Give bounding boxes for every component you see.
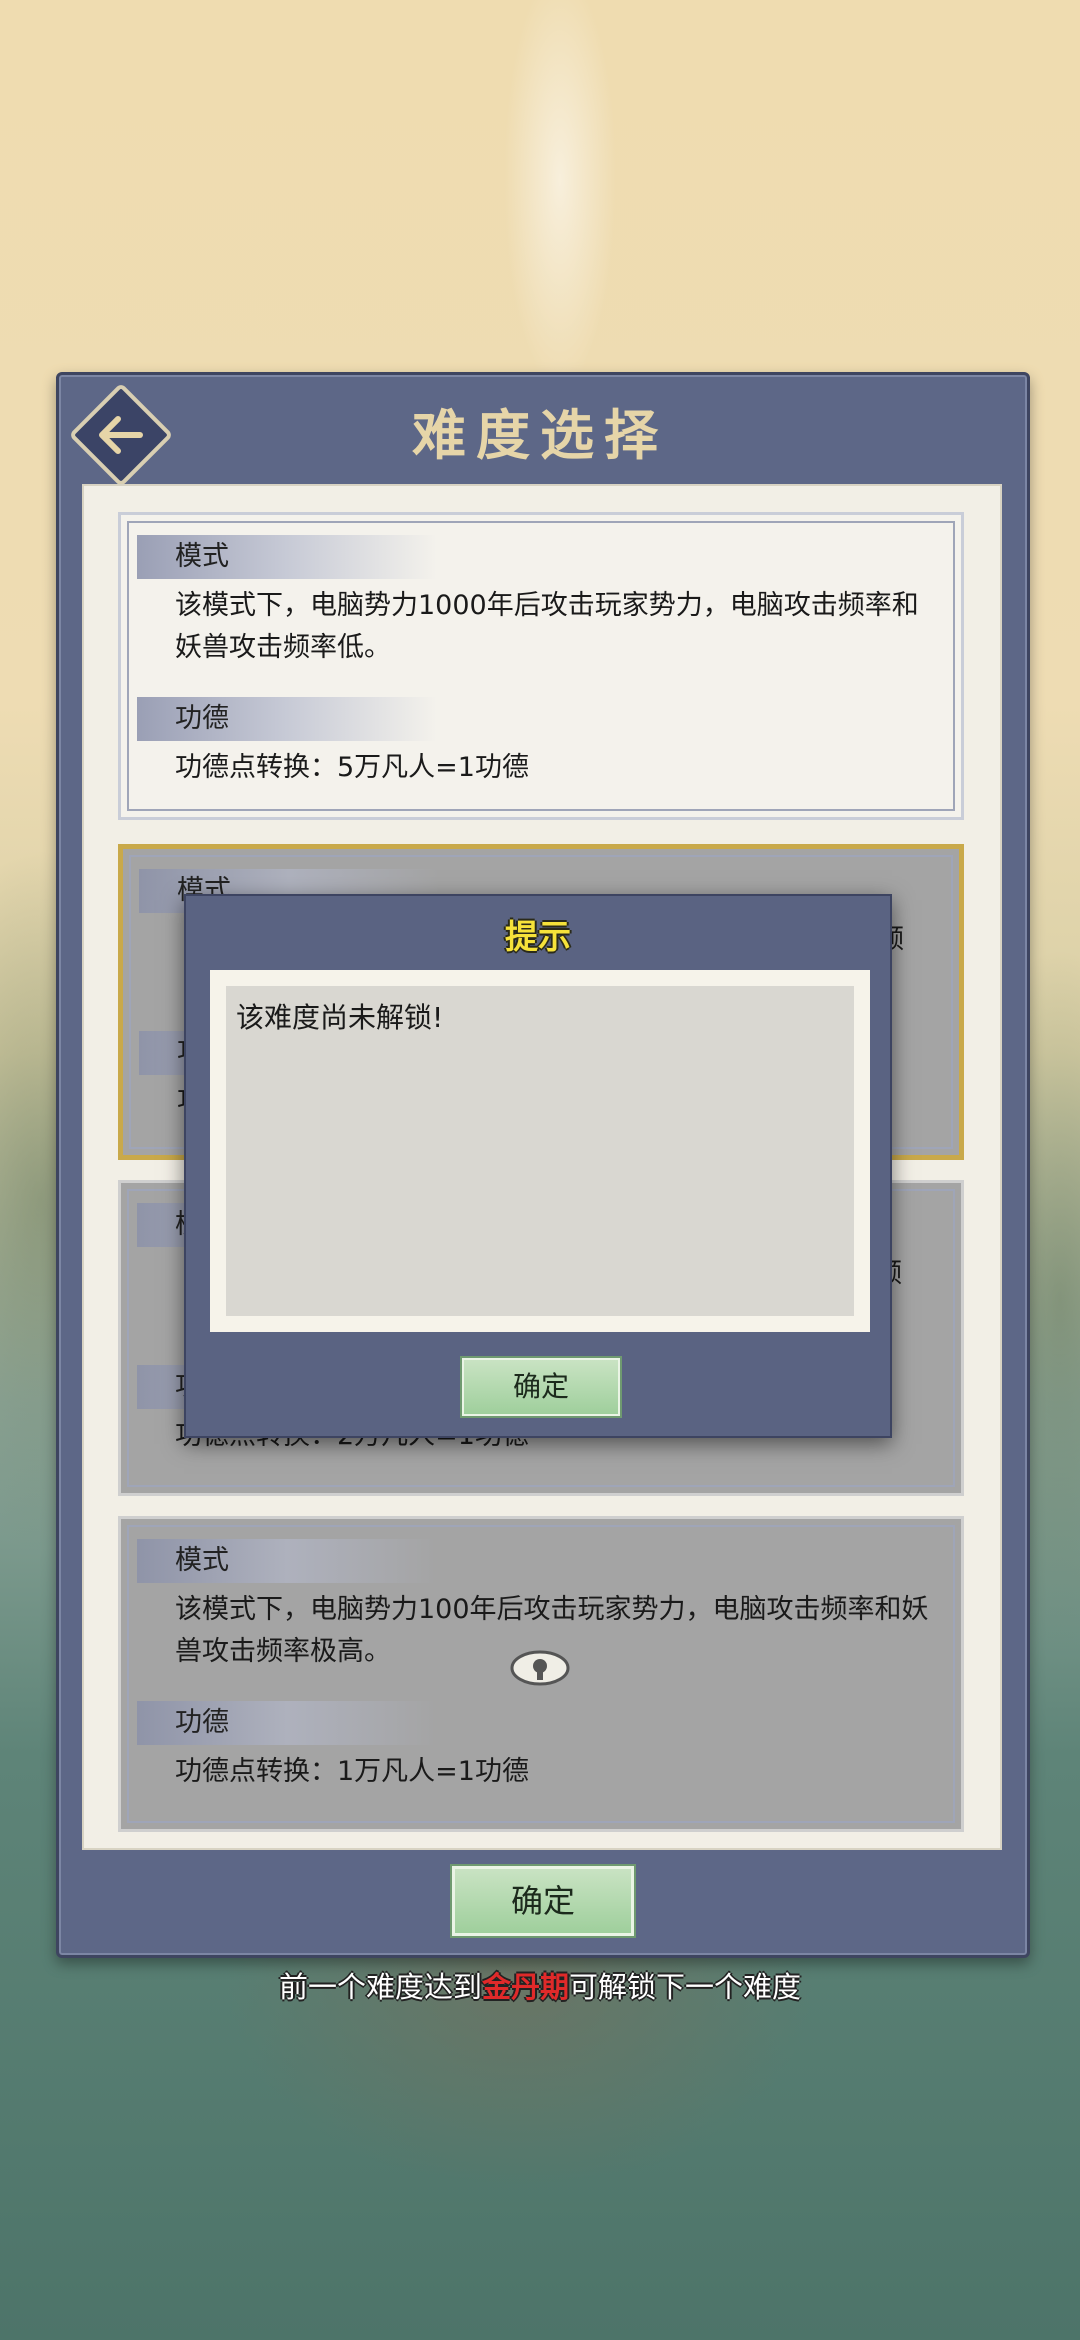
dialog-message: 该难度尚未解锁!: [226, 986, 854, 1316]
merit-conversion: 功德点转换：5万凡人=1功德: [175, 752, 529, 783]
mode-description: 该模式下，电脑势力1000年后攻击玩家势力，电脑攻击频率和妖兽攻击频率低。: [175, 590, 919, 663]
mode-label: 模式: [137, 535, 437, 579]
hint-highlight: 金丹期: [481, 1970, 569, 2004]
mode-label: 模式: [137, 1539, 437, 1583]
difficulty-card-1[interactable]: 模式 该模式下，电脑势力1000年后攻击玩家势力，电脑攻击频率和妖兽攻击频率低。…: [118, 512, 964, 820]
dialog-body: 该难度尚未解锁!: [210, 970, 870, 1332]
hint-prefix: 前一个难度达到: [278, 1970, 482, 2004]
dialog-title: 提示: [505, 917, 571, 956]
back-arrow-icon[interactable]: [84, 398, 158, 472]
merit-label: 功德: [137, 697, 437, 741]
dialog-ok-button[interactable]: 确定: [462, 1358, 620, 1416]
merit-conversion: 功德点转换：1万凡人=1功德: [175, 1756, 529, 1787]
confirm-button[interactable]: 确定: [452, 1866, 634, 1936]
hint-suffix: 可解锁下一个难度: [569, 1970, 802, 2004]
lock-icon: [508, 1648, 572, 1688]
unlock-hint: 前一个难度达到金丹期可解锁下一个难度: [0, 1964, 1080, 2006]
page-title: 难度选择: [412, 403, 668, 467]
locked-dialog: 提示 该难度尚未解锁! 确定: [184, 894, 892, 1438]
merit-label: 功德: [137, 1701, 437, 1745]
